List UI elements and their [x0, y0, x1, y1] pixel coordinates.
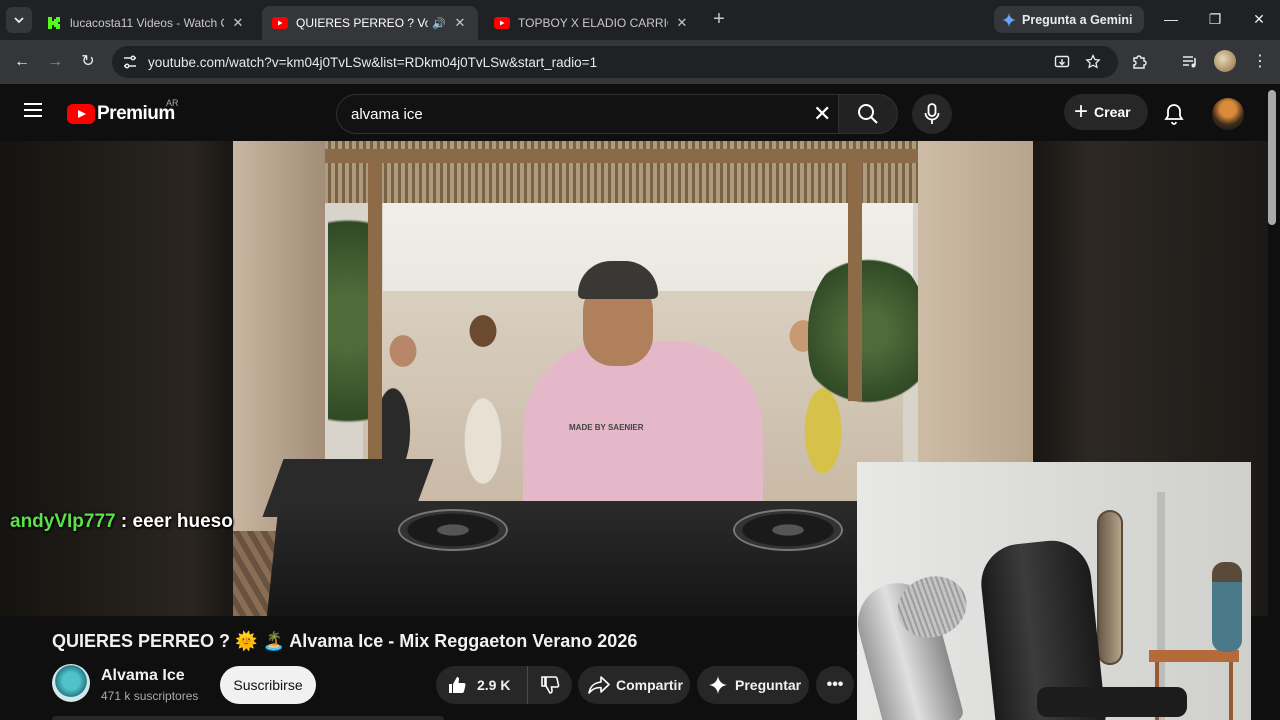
tab-search-button[interactable]: [6, 7, 32, 33]
search-query: alvama ice: [351, 106, 423, 123]
webcam-mirror: [1097, 510, 1123, 665]
address-bar[interactable]: youtube.com/watch?v=km04j0TvLSw&list=RDk…: [112, 46, 1118, 78]
hamburger-menu-icon[interactable]: [24, 103, 42, 117]
like-count: 2.9 K: [477, 677, 511, 693]
page-scrollbar[interactable]: [1268, 90, 1276, 225]
browser-tab-bar: lucacosta11 Videos - Watch On ✕ QUIERES …: [0, 0, 1280, 40]
sparkle-icon: [709, 676, 727, 694]
chat-text: eeer hueso: [132, 511, 233, 532]
tab-title: QUIERES PERREO ? Vol.16: [296, 16, 429, 30]
ask-ai-button[interactable]: Preguntar: [697, 666, 809, 704]
gemini-button[interactable]: Pregunta a Gemini: [994, 6, 1145, 33]
chat-overlay-message: andyVIp777 : eeer hueso: [10, 511, 233, 533]
voice-search-button[interactable]: [912, 94, 952, 134]
account-avatar[interactable]: [1212, 98, 1244, 130]
video-scene-beam: [321, 149, 921, 163]
thumbs-down-icon: [541, 676, 560, 694]
browser-profile-avatar[interactable]: [1214, 50, 1236, 72]
video-scene-post: [368, 161, 382, 461]
create-button[interactable]: + Crear: [1064, 94, 1148, 130]
plus-icon: +: [1074, 98, 1089, 125]
more-horizontal-icon: •••: [826, 676, 844, 693]
tab-title: lucacosta11 Videos - Watch On: [70, 16, 224, 30]
video-scene-post: [848, 161, 862, 401]
close-icon[interactable]: ✕: [230, 15, 246, 31]
channel-subscribers: 471 k suscriptores: [101, 689, 199, 703]
search-button[interactable]: [838, 94, 898, 134]
channel-name[interactable]: Alvama Ice: [101, 667, 185, 685]
close-icon[interactable]: ✕: [452, 15, 468, 31]
site-settings-icon[interactable]: [122, 54, 138, 70]
youtube-icon: [272, 15, 288, 31]
webcam-person: [1212, 562, 1242, 652]
search-icon: [858, 104, 878, 124]
new-tab-button[interactable]: +: [708, 9, 730, 31]
more-actions-button[interactable]: •••: [816, 666, 854, 704]
url-text: youtube.com/watch?v=km04j0TvLSw&list=RDk…: [148, 54, 598, 70]
video-scene-cactus: [328, 181, 368, 461]
restore-icon[interactable]: ❐: [1204, 8, 1226, 30]
back-arrow-icon[interactable]: ←: [12, 52, 32, 72]
tab-youtube-active[interactable]: QUIERES PERREO ? Vol.16 🔊 ✕: [262, 6, 478, 40]
share-button[interactable]: Compartir: [578, 666, 690, 704]
ask-label: Preguntar: [735, 677, 802, 693]
gemini-label: Pregunta a Gemini: [1022, 12, 1133, 27]
media-controls-icon[interactable]: [1180, 52, 1200, 72]
browser-toolbar: ← → ↻ youtube.com/watch?v=km04j0TvLSw&li…: [0, 40, 1280, 84]
chat-username: andyVIp777: [10, 511, 116, 532]
video-scene-palm: [808, 251, 928, 411]
search-input[interactable]: alvama ice ✕: [336, 94, 838, 134]
clear-search-icon[interactable]: ✕: [813, 103, 831, 125]
youtube-icon: [494, 15, 510, 31]
youtube-premium-logo[interactable]: Premium AR: [67, 98, 179, 125]
subscribe-button[interactable]: Suscribirse: [220, 666, 316, 704]
notifications-bell-icon[interactable]: [1162, 102, 1186, 126]
channel-avatar[interactable]: [52, 664, 90, 702]
dislike-button[interactable]: [528, 675, 572, 695]
like-dislike-group: 2.9 K: [436, 666, 572, 704]
webcam-table-leg: [1229, 662, 1233, 720]
share-label: Compartir: [616, 677, 683, 693]
webcam-overlay: [857, 462, 1251, 720]
tab-kick[interactable]: lucacosta11 Videos - Watch On ✕: [36, 6, 256, 40]
gemini-icon: [1002, 12, 1016, 27]
like-button[interactable]: 2.9 K: [436, 666, 528, 704]
tab-youtube-topboy[interactable]: TOPBOY X ELADIO CARRION X ✕: [484, 6, 700, 40]
reload-icon[interactable]: ↻: [78, 52, 98, 72]
dj-shirt-text: MADE BY SAENIER: [569, 423, 644, 432]
extensions-puzzle-icon[interactable]: [1130, 52, 1150, 72]
speaker-icon[interactable]: 🔊: [432, 17, 446, 30]
kick-icon: [46, 15, 62, 31]
close-window-icon[interactable]: ✕: [1248, 8, 1270, 30]
star-bookmark-icon[interactable]: [1085, 54, 1101, 70]
chevron-down-icon: [14, 17, 24, 24]
thumbs-up-icon: [449, 677, 466, 693]
video-scene-wall: [918, 141, 1033, 471]
video-scene-turntable: [733, 509, 843, 551]
country-code: AR: [166, 98, 179, 108]
close-icon[interactable]: ✕: [674, 15, 690, 31]
tab-title: TOPBOY X ELADIO CARRION X: [518, 16, 668, 30]
description-box-edge[interactable]: [52, 716, 444, 720]
share-arrow-icon: [588, 676, 610, 694]
microphone-icon: [924, 103, 940, 124]
browser-menu-icon[interactable]: ⋮: [1252, 52, 1268, 72]
install-app-icon[interactable]: [1054, 54, 1070, 70]
chat-separator: :: [115, 511, 133, 532]
forward-arrow-icon[interactable]: →: [45, 52, 65, 72]
logo-word: Premium: [97, 103, 175, 124]
youtube-header: Premium AR alvama ice ✕ + Crear: [0, 84, 1280, 141]
video-title: QUIERES PERREO ? 🌞 🏝️ Alvama Ice - Mix R…: [52, 631, 638, 651]
minimize-icon[interactable]: —: [1160, 8, 1182, 30]
video-scene-turntable: [398, 509, 508, 551]
create-label: Crear: [1094, 104, 1131, 120]
youtube-play-icon: [67, 104, 95, 124]
webcam-chair-arm: [1037, 687, 1187, 717]
